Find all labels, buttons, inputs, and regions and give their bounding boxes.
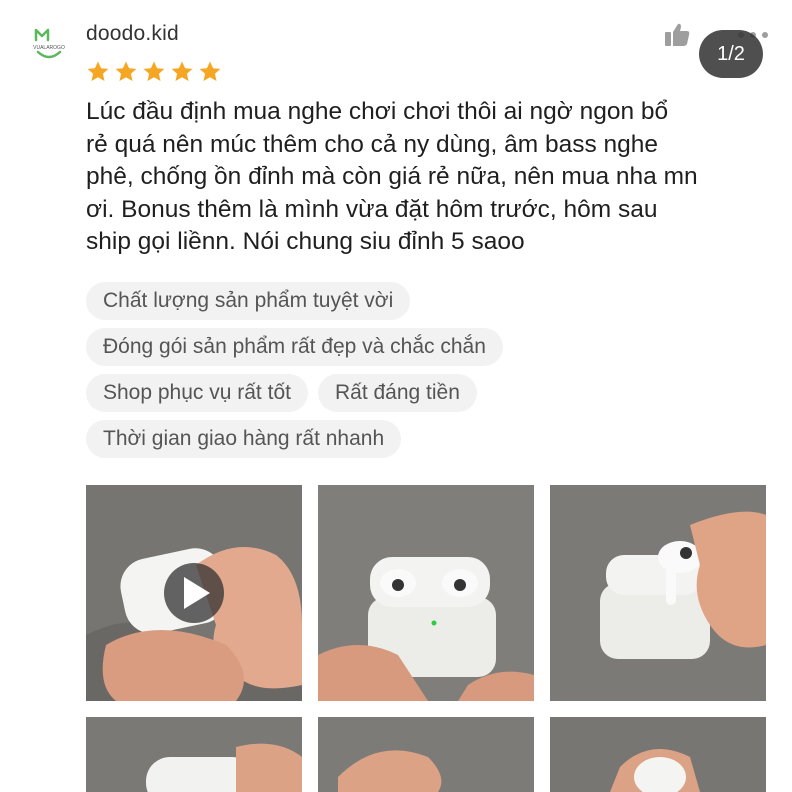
review-image-thumbnail[interactable]	[86, 717, 302, 792]
review-video-thumbnail[interactable]	[86, 485, 302, 701]
review-line: ship gọi liềnn. Nói chung siu đỉnh 5 sao…	[86, 228, 525, 255]
review-image-thumbnail[interactable]	[550, 717, 766, 792]
star-icon	[171, 61, 193, 81]
reviewer-username[interactable]: doodo.kid	[86, 22, 179, 46]
more-dots-icon[interactable]	[762, 32, 768, 38]
review-tags: Chất lượng sản phẩm tuyệt vời Đóng gói s…	[86, 282, 776, 466]
review-tag: Rất đáng tiền	[317, 374, 477, 412]
review-line: phê, chống ồn đỉnh mà còn giá rẻ nữa, nê…	[86, 163, 698, 190]
star-icon	[115, 61, 137, 81]
star-icon	[199, 61, 221, 81]
star-icon	[87, 61, 109, 81]
review-line: Lúc đầu định mua nghe chơi chơi thôi ai …	[86, 98, 669, 125]
review-line: rẻ quá nên múc thêm cho cả ny dùng, âm b…	[86, 130, 659, 158]
avatar[interactable]: VUALAROGO	[28, 22, 70, 64]
review-image-thumbnail[interactable]	[318, 717, 534, 792]
review-image-thumbnail[interactable]	[550, 485, 766, 701]
thumbs-up-icon[interactable]	[662, 20, 692, 50]
review-line: ơi. Bonus thêm là mình vừa đặt hôm trước…	[86, 195, 658, 223]
review-tag: Đóng gói sản phẩm rất đẹp và chắc chắn	[86, 328, 503, 366]
review-tag: Thời gian giao hàng rất nhanh	[86, 420, 402, 458]
avatar-logo-text: VUALAROGO	[33, 45, 65, 51]
review-tag: Chất lượng sản phẩm tuyệt vời	[86, 282, 411, 320]
review-tag: Shop phục vụ rất tốt	[86, 374, 308, 412]
star-rating	[86, 60, 222, 84]
review-image-thumbnail[interactable]	[318, 485, 534, 701]
star-icon	[143, 61, 165, 81]
play-icon[interactable]	[164, 563, 224, 623]
review-body: Lúc đầu định mua nghe chơi chơi thôi ai …	[86, 96, 776, 259]
image-counter-badge: 1/2	[699, 30, 763, 78]
